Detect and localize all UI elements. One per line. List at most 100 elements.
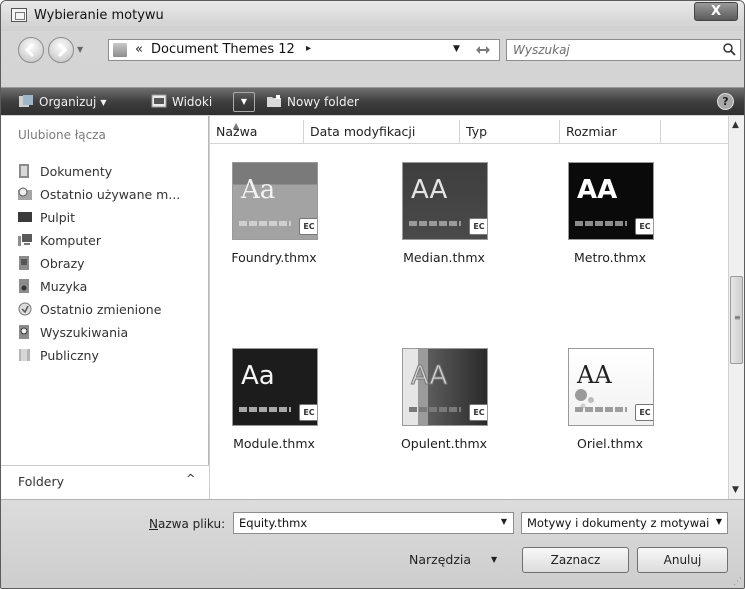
organize-label: Organizuj — [39, 95, 97, 109]
recently-changed-icon — [18, 302, 32, 316]
sidebar-item-label: Publiczny — [40, 348, 99, 363]
sort-ascending-icon: ▲ — [233, 121, 240, 130]
thumbnail-text: AA — [411, 175, 448, 205]
search-icon[interactable] — [722, 42, 736, 56]
back-button[interactable] — [18, 37, 44, 63]
sidebar-item-public[interactable]: Publiczny — [18, 346, 99, 366]
pictures-icon — [19, 256, 29, 270]
file-name-field[interactable]: Equity.thmx ▼ — [233, 512, 514, 534]
cancel-button[interactable]: Anuluj — [637, 547, 728, 573]
resize-grip-icon[interactable]: ⋰ — [733, 577, 742, 587]
tools-menu-button[interactable]: Narzędzia — [409, 552, 471, 567]
forward-button[interactable] — [48, 37, 74, 63]
sidebar-item-documents[interactable]: Dokumenty — [18, 162, 112, 182]
thumbnail-color-strip — [239, 407, 291, 412]
address-bar[interactable]: « Document Themes 12 ▸ ▼ — [108, 39, 500, 61]
thumbnail-text: AA — [577, 175, 618, 205]
file-item-module[interactable]: Aa EC Module.thmx — [214, 348, 334, 478]
theme-thumbnail: AA EC — [402, 348, 488, 426]
sidebar-item-recent-places[interactable]: Ostatnio używane m... — [18, 185, 180, 205]
file-name: Oriel.thmx — [577, 436, 643, 451]
file-list: ▲ Nazwa Data modyfikacji Typ Rozmiar Aa … — [210, 116, 728, 499]
dialog-footer: Nazwa pliku: Equity.thmx ▼ Motywy i doku… — [1, 499, 744, 588]
theme-file-icon: EC — [469, 218, 487, 235]
file-item-opulent[interactable]: AA EC Opulent.thmx — [384, 348, 504, 478]
theme-file-icon: EC — [469, 404, 487, 421]
address-dropdown-icon[interactable]: ▼ — [453, 44, 460, 54]
file-item-median[interactable]: AA EC Median.thmx — [384, 162, 504, 292]
scroll-grip-icon: ≡ — [734, 313, 741, 322]
organize-menu-button[interactable]: Organizuj ▼ — [18, 93, 106, 111]
recent-pages-dropdown[interactable]: ▼ — [77, 45, 83, 54]
column-header-type[interactable]: Typ — [460, 120, 560, 144]
sidebar-item-searches[interactable]: Wyszukiwania — [18, 323, 128, 343]
window-title: Wybieranie motywu — [34, 8, 164, 23]
thumbnail-text: AA — [410, 361, 448, 392]
breadcrumb-separator-icon[interactable]: ▸ — [306, 43, 311, 54]
address-path[interactable]: Document Themes 12 — [151, 42, 295, 57]
dialog-app-icon — [11, 8, 27, 22]
sidebar-item-pictures[interactable]: Obrazy — [18, 254, 85, 274]
thumbnail-color-strip — [409, 221, 461, 226]
search-input[interactable]: Wyszukaj — [506, 39, 741, 61]
address-overflow-chevron[interactable]: « — [135, 42, 143, 57]
views-dropdown-button[interactable]: ▼ — [233, 92, 255, 112]
accelerator-key: N — [149, 517, 158, 531]
thumbnail-color-strip — [575, 407, 627, 412]
select-button[interactable]: Zaznacz — [522, 547, 629, 573]
help-icon[interactable]: ? — [717, 93, 734, 110]
close-button[interactable]: X — [694, 2, 738, 21]
desktop-icon — [18, 212, 32, 222]
chevron-up-icon[interactable]: ^ — [186, 472, 195, 485]
search-placeholder: Wyszukaj — [513, 43, 570, 57]
file-item-oriel[interactable]: AA EC Oriel.thmx — [550, 348, 670, 478]
thumbnail-text: Aa — [241, 175, 276, 205]
scroll-up-icon[interactable]: ▲ — [732, 120, 739, 130]
column-header-date-modified[interactable]: Data modyfikacji — [304, 120, 460, 144]
chevron-down-icon[interactable]: ▼ — [501, 517, 507, 526]
file-name: Module.thmx — [233, 436, 315, 451]
folder-icon — [113, 43, 127, 57]
file-item-metro[interactable]: AA EC Metro.thmx — [550, 162, 670, 292]
file-type-value: Motywy i dokumenty z motywai — [527, 516, 710, 530]
sidebar-item-label: Obrazy — [40, 256, 85, 271]
computer-icon — [18, 234, 32, 246]
views-menu-button[interactable]: Widoki — [151, 93, 212, 111]
theme-thumbnail: AA EC — [568, 162, 654, 240]
scroll-down-icon[interactable]: ▼ — [732, 485, 739, 495]
refresh-button[interactable] — [471, 42, 495, 58]
file-type-select[interactable]: Motywy i dokumenty z motywai ▼ — [521, 512, 728, 534]
address-row: ▼ « Document Themes 12 ▸ ▼ Wyszukaj — [1, 31, 744, 69]
folders-pane-toggle[interactable]: Foldery ^ — [1, 465, 209, 499]
column-header-name[interactable]: ▲ Nazwa — [210, 120, 304, 144]
sidebar-item-label: Wyszukiwania — [40, 325, 129, 340]
scrollbar-thumb[interactable]: ≡ — [730, 276, 743, 364]
folders-label: Foldery — [18, 474, 65, 489]
sidebar-item-label: Pulpit — [40, 210, 76, 225]
tools-dropdown-icon[interactable]: ▼ — [491, 555, 497, 564]
theme-file-icon: EC — [299, 218, 317, 235]
file-item-foundry[interactable]: Aa EC Foundry.thmx — [214, 162, 334, 292]
theme-file-icon: EC — [299, 404, 317, 421]
new-folder-label: Nowy folder — [287, 95, 359, 109]
file-name-label-text: azwa pliku: — [157, 517, 226, 531]
new-folder-icon — [267, 95, 281, 107]
sidebar-item-computer[interactable]: Komputer — [18, 231, 101, 251]
column-header-size[interactable]: Rozmiar — [560, 120, 661, 144]
theme-thumbnail: AA EC — [402, 162, 488, 240]
file-name-value: Equity.thmx — [239, 516, 308, 530]
sidebar-item-desktop[interactable]: Pulpit — [18, 208, 75, 228]
sidebar-item-recently-changed[interactable]: Ostatnio zmienione — [18, 300, 161, 320]
file-name: Foundry.thmx — [231, 250, 317, 265]
vertical-scrollbar[interactable]: ▲ ≡ ▼ — [728, 116, 744, 499]
file-name: Metro.thmx — [573, 250, 647, 265]
new-folder-button[interactable]: Nowy folder — [266, 93, 359, 111]
thumbnail-text: Aa — [241, 361, 275, 391]
sidebar-item-label: Muzyka — [40, 279, 88, 294]
sidebar-item-music[interactable]: Muzyka — [18, 277, 87, 297]
column-header-label: Typ — [466, 124, 488, 139]
sidebar-item-label: Ostatnio zmienione — [40, 302, 162, 317]
recent-places-icon — [18, 187, 32, 200]
chevron-down-icon[interactable]: ▼ — [716, 517, 722, 526]
thumbnail-color-strip — [575, 221, 627, 226]
